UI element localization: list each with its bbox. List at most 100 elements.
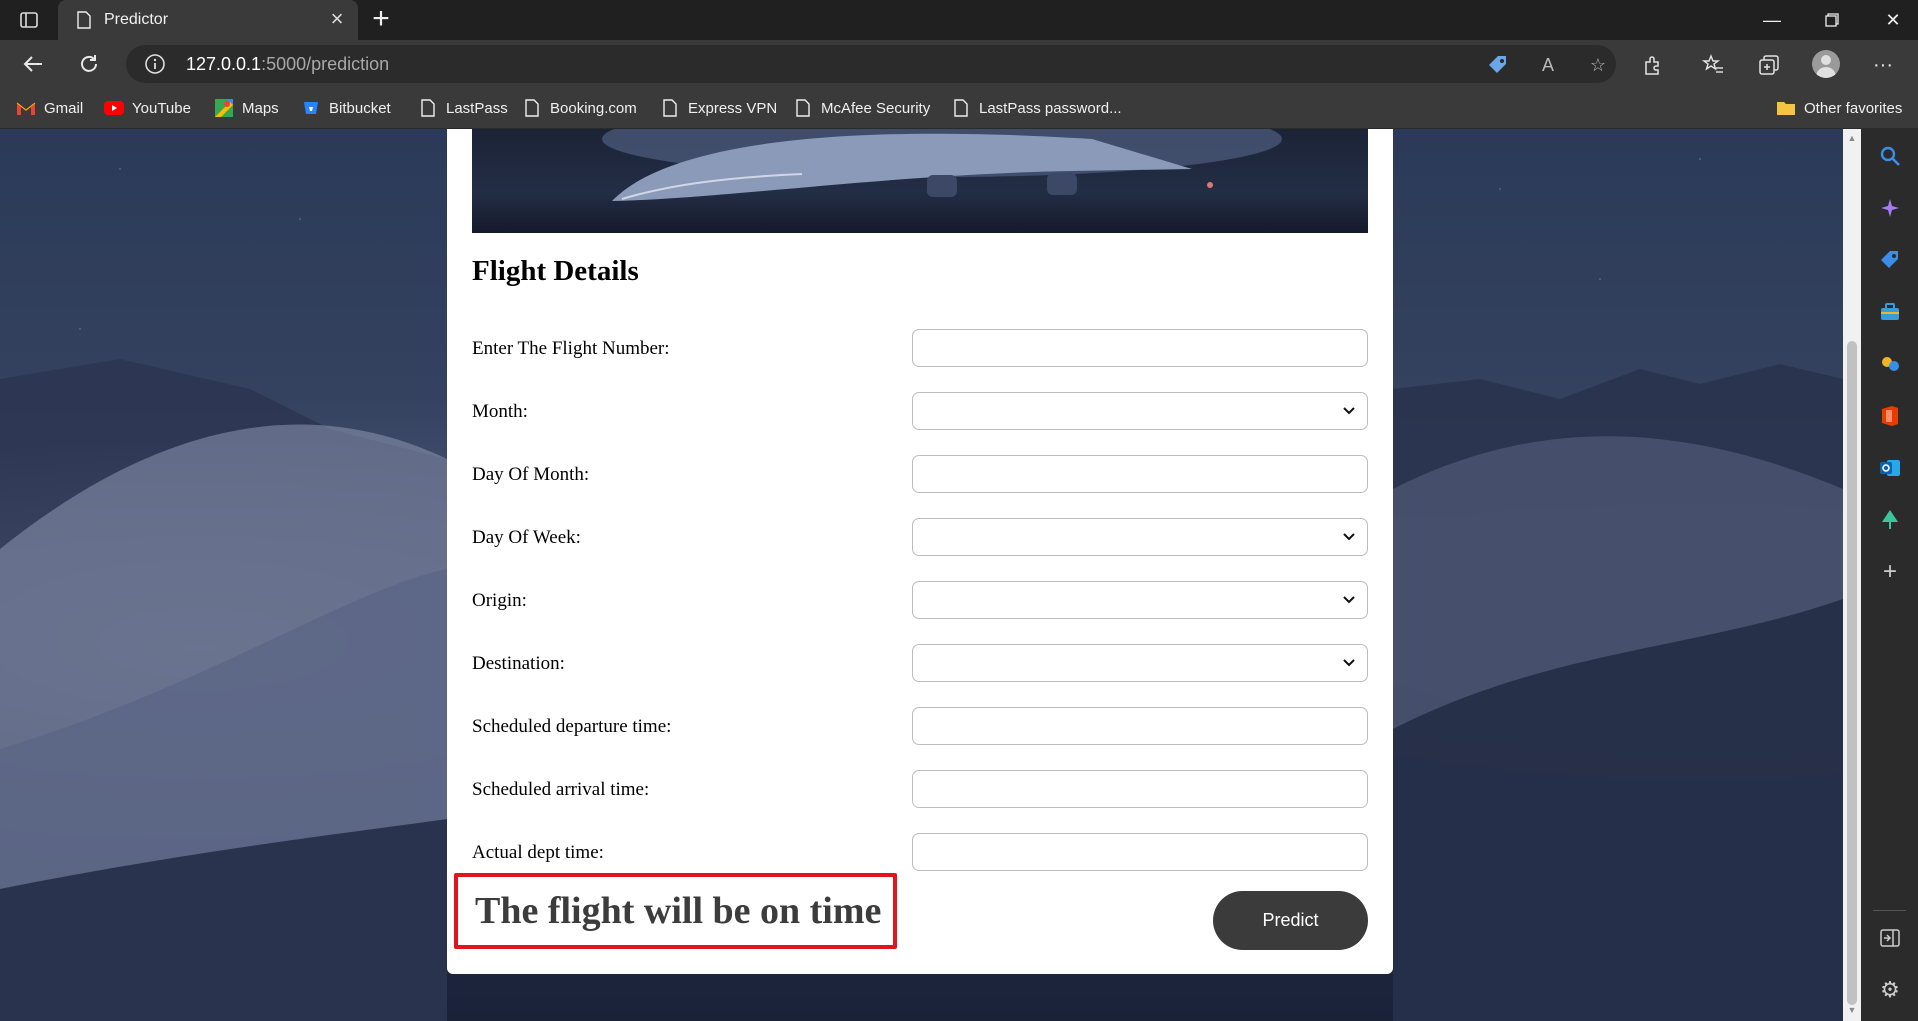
bookmark-bitbucket[interactable]: Bitbucket <box>301 97 391 119</box>
collections-icon[interactable] <box>1756 52 1782 78</box>
bookmark-gmail[interactable]: Gmail <box>16 97 83 119</box>
bookmark-youtube[interactable]: YouTube <box>104 97 191 119</box>
destination-label: Destination: <box>472 653 565 674</box>
browser-toolbar: 127.0.0.1:5000/prediction A ☆ ··· <box>0 40 1918 88</box>
youtube-icon <box>104 98 124 118</box>
bookmark-booking[interactable]: Booking.com <box>522 97 637 119</box>
outlook-icon[interactable] <box>1877 455 1903 481</box>
month-label: Month: <box>472 401 528 422</box>
refresh-icon[interactable] <box>74 49 104 79</box>
tree-icon[interactable] <box>1877 507 1903 533</box>
page-scrollbar[interactable]: ▲ ▼ <box>1843 129 1861 1021</box>
prediction-result-highlight: The flight will be on time <box>454 873 897 949</box>
bitbucket-icon <box>301 98 321 118</box>
tab-actions-icon[interactable] <box>16 8 42 32</box>
page-icon <box>951 98 971 118</box>
close-window-icon[interactable]: ✕ <box>1868 0 1918 40</box>
page-icon <box>660 98 680 118</box>
scroll-down-icon[interactable]: ▼ <box>1847 1005 1857 1015</box>
bookmark-expressvpn[interactable]: Express VPN <box>660 97 777 119</box>
destination-select[interactable] <box>912 644 1368 682</box>
page-icon <box>522 98 542 118</box>
search-icon[interactable] <box>1877 143 1903 169</box>
scroll-thumb[interactable] <box>1847 341 1857 1005</box>
scheduled-arrival-label: Scheduled arrival time: <box>472 779 650 800</box>
new-tab-button[interactable]: + <box>366 4 396 34</box>
url-text: 127.0.0.1:5000/prediction <box>186 54 389 75</box>
other-favorites-label: Other favorites <box>1804 99 1903 117</box>
page-icon <box>74 10 94 30</box>
gmail-icon <box>16 98 36 118</box>
origin-label: Origin: <box>472 590 527 611</box>
tools-icon[interactable] <box>1877 299 1903 325</box>
scheduled-departure-label: Scheduled departure time: <box>472 716 672 737</box>
address-bar[interactable]: 127.0.0.1:5000/prediction A ☆ <box>126 45 1616 83</box>
tab-title: Predictor <box>104 11 169 28</box>
url-host: 127.0.0.1 <box>186 54 262 74</box>
close-tab-icon[interactable]: × <box>326 8 348 30</box>
month-select[interactable] <box>912 392 1368 430</box>
page-icon <box>793 98 813 118</box>
bookmark-label: YouTube <box>132 99 191 117</box>
chevron-down-icon <box>1343 407 1355 415</box>
extensions-icon[interactable] <box>1640 52 1666 78</box>
chevron-down-icon <box>1343 596 1355 604</box>
settings-gear-icon[interactable]: ⚙ <box>1877 977 1903 1003</box>
favorites-bar: Gmail YouTube Maps Bitbucket LastPass Bo… <box>0 88 1918 129</box>
bookmark-label: Maps <box>242 99 279 117</box>
scroll-up-icon[interactable]: ▲ <box>1847 133 1857 143</box>
office-icon[interactable] <box>1877 403 1903 429</box>
flight-number-label: Enter The Flight Number: <box>472 338 670 359</box>
copilot-icon[interactable] <box>1877 195 1903 221</box>
form-heading: Flight Details <box>472 255 639 287</box>
bookmark-maps[interactable]: Maps <box>214 97 279 119</box>
bookmark-label: LastPass <box>446 99 508 117</box>
bookmark-lastpass-password[interactable]: LastPass password... <box>951 97 1122 119</box>
actual-dept-input[interactable] <box>912 833 1368 871</box>
bookmark-label: McAfee Security <box>821 99 931 117</box>
scheduled-arrival-input[interactable] <box>912 770 1368 808</box>
browser-tab[interactable]: Predictor × <box>58 0 358 40</box>
back-icon[interactable] <box>18 49 48 79</box>
read-aloud-icon[interactable]: A <box>1536 53 1560 77</box>
page-icon <box>418 98 438 118</box>
bookmark-label: Express VPN <box>688 99 778 117</box>
bookmark-label: Gmail <box>44 99 84 117</box>
flight-number-input[interactable] <box>912 329 1368 367</box>
more-menu-icon[interactable]: ··· <box>1870 52 1896 78</box>
games-icon[interactable] <box>1877 351 1903 377</box>
origin-select[interactable] <box>912 581 1368 619</box>
prediction-result: The flight will be on time <box>475 890 882 932</box>
edge-sidebar: + ⚙ <box>1861 129 1918 1021</box>
airplane-banner-image <box>472 129 1368 233</box>
restore-icon[interactable] <box>1807 0 1857 40</box>
shopping-icon[interactable] <box>1877 247 1903 273</box>
bookmark-label: LastPass password... <box>979 99 1122 117</box>
site-info-icon[interactable] <box>144 53 166 75</box>
bookmark-label: Bitbucket <box>329 99 391 117</box>
folder-icon <box>1776 98 1796 118</box>
bookmark-mcafee[interactable]: McAfee Security <box>793 97 930 119</box>
bookmark-label: Booking.com <box>550 99 637 117</box>
url-path: :5000/prediction <box>261 54 390 74</box>
minimize-icon[interactable]: — <box>1747 0 1797 40</box>
tab-strip: Predictor × + — ✕ <box>0 0 1918 40</box>
favorites-icon[interactable] <box>1700 52 1726 78</box>
chevron-down-icon <box>1343 533 1355 541</box>
scheduled-departure-input[interactable] <box>912 707 1368 745</box>
bookmark-lastpass[interactable]: LastPass <box>418 97 508 119</box>
add-favorite-icon[interactable]: ☆ <box>1586 53 1610 77</box>
actual-dept-label: Actual dept time: <box>472 842 604 863</box>
day-of-week-select[interactable] <box>912 518 1368 556</box>
maps-icon <box>214 98 234 118</box>
sidebar-divider <box>1873 910 1906 911</box>
chevron-down-icon <box>1343 659 1355 667</box>
profile-avatar[interactable] <box>1812 50 1840 78</box>
day-of-month-label: Day Of Month: <box>472 464 590 485</box>
add-sidebar-app-icon[interactable]: + <box>1877 558 1903 585</box>
other-favorites[interactable]: Other favorites <box>1776 97 1902 119</box>
day-of-month-input[interactable] <box>912 455 1368 493</box>
hide-sidebar-icon[interactable] <box>1877 925 1903 951</box>
predict-button[interactable]: Predict <box>1213 891 1368 950</box>
shopping-tag-icon[interactable] <box>1486 53 1510 77</box>
